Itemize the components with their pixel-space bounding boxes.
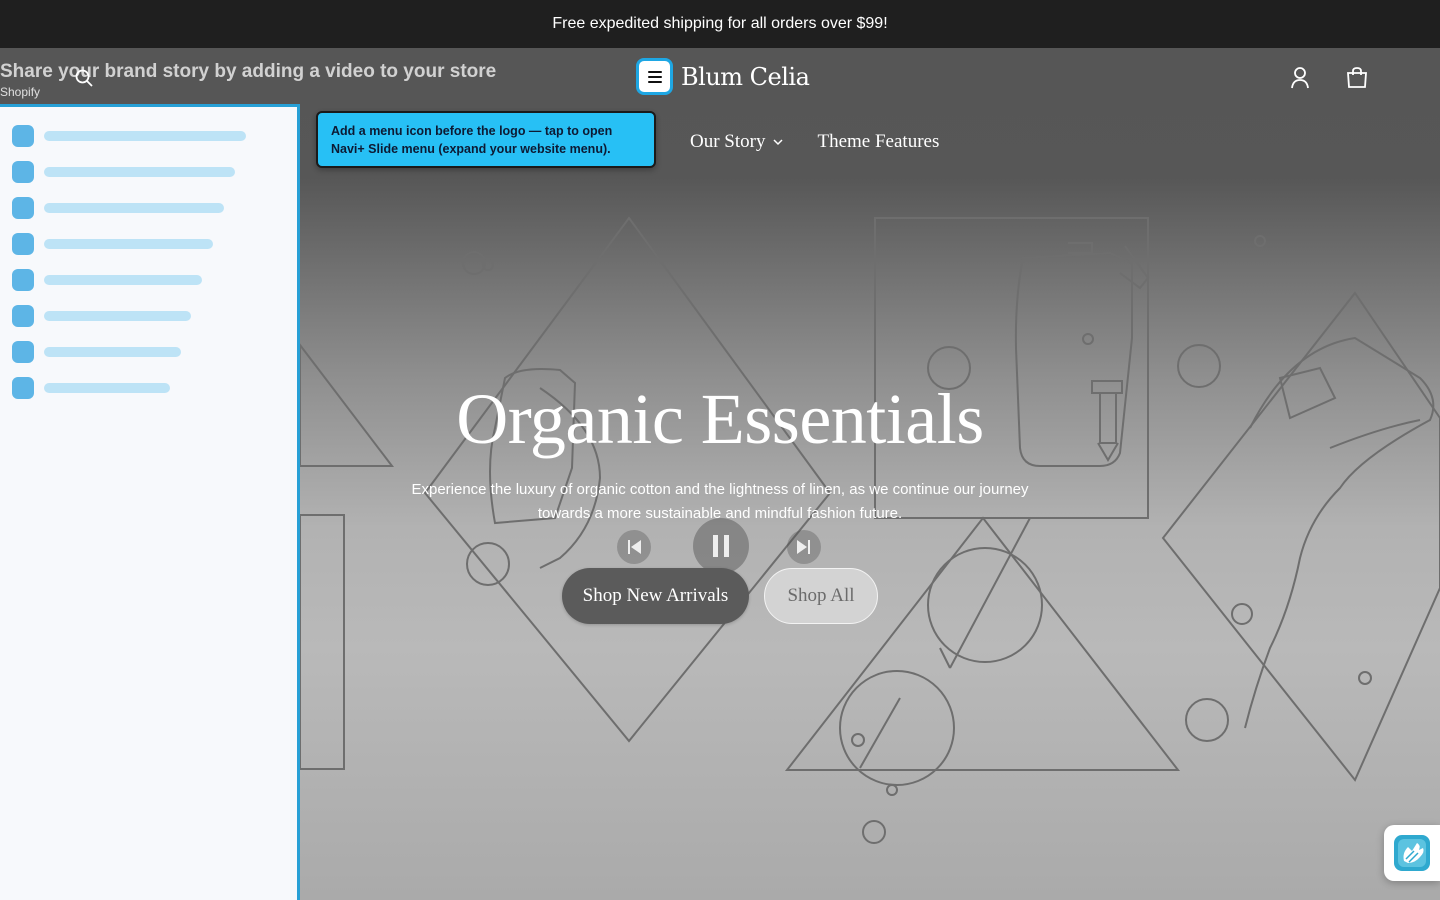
nav-item-theme-features[interactable]: Theme Features [817,131,939,153]
video-previous-button[interactable] [617,530,651,564]
video-pause-button[interactable] [693,518,749,574]
brand-logo[interactable]: Blum Celia [681,63,810,91]
navi-plus-tooltip: Add a menu icon before the logo — tap to… [316,111,656,168]
hand-wave-icon [1394,835,1430,871]
drawer-item[interactable] [12,125,246,147]
account-button[interactable] [1287,65,1313,91]
drawer-item[interactable] [12,161,235,183]
shopping-bag-icon [1347,67,1367,88]
video-source: Shopify [0,85,41,99]
placeholder-icon [12,341,34,363]
hero-description: Experience the luxury of organic cotton … [411,481,1029,522]
placeholder-label [44,203,224,213]
shop-new-arrivals-button[interactable]: Shop New Arrivals [562,568,749,624]
nav-item-label: Theme Features [817,131,940,152]
search-icon [75,69,93,87]
slide-menu-drawer [0,104,300,900]
main-navigation: Our Story Theme Features [690,131,939,153]
video-next-button[interactable] [787,530,821,564]
nav-item-our-story[interactable]: Our Story [690,131,784,153]
user-account-icon [1291,67,1309,89]
drawer-item[interactable] [12,269,202,291]
drawer-item[interactable] [12,377,170,399]
placeholder-icon [12,233,34,255]
drawer-item[interactable] [12,305,191,327]
placeholder-label [44,383,170,393]
nav-item-label: Our Story [690,131,766,152]
placeholder-icon [12,161,34,183]
chat-widget-button[interactable] [1384,825,1440,881]
search-button[interactable] [70,64,98,92]
pause-icon [713,535,729,557]
placeholder-icon [12,197,34,219]
video-controls [615,518,830,574]
drawer-item[interactable] [12,233,213,255]
placeholder-label [44,311,191,321]
placeholder-label [44,239,213,249]
chevron-down-icon [773,138,784,145]
placeholder-label [44,131,246,141]
placeholder-icon [12,125,34,147]
placeholder-label [44,275,202,285]
shop-all-button[interactable]: Shop All [764,568,878,624]
next-icon [797,540,810,554]
drawer-item[interactable] [12,197,224,219]
header-logo-area: Blum Celia [636,58,810,95]
placeholder-icon [12,269,34,291]
previous-icon [628,540,641,554]
announcement-text: Free expedited shipping for all orders o… [552,15,888,32]
placeholder-label [44,167,235,177]
hamburger-menu-icon [647,70,662,83]
placeholder-label [44,347,181,357]
cart-button[interactable] [1344,65,1370,91]
announcement-bar: Free expedited shipping for all orders o… [0,0,1440,48]
drawer-item[interactable] [12,341,181,363]
slide-menu-button[interactable] [636,58,673,95]
placeholder-icon [12,377,34,399]
placeholder-icon [12,305,34,327]
